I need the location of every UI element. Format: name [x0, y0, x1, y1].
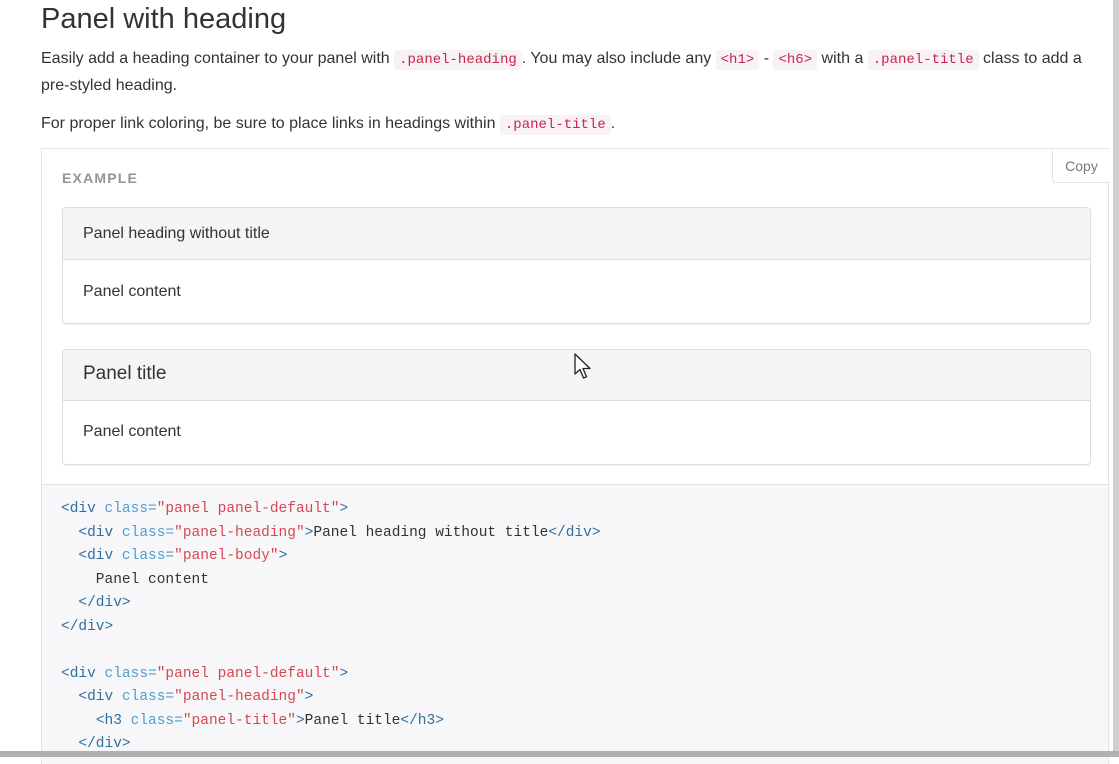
- code-token: >: [295, 712, 305, 729]
- inline-code-h1: <h1>: [715, 50, 760, 70]
- code-line: <div class="panel-heading">Panel heading…: [61, 522, 1108, 546]
- code-token: "panel-heading": [174, 689, 305, 705]
- code-token: <div: [61, 665, 105, 682]
- code-token: class=: [121, 548, 175, 564]
- code-token: "panel-title": [182, 712, 296, 729]
- code-token: <div: [78, 548, 122, 564]
- panel-heading: Panel heading without title: [63, 208, 1090, 260]
- intro-paragraph: Easily add a heading container to your p…: [41, 50, 1082, 94]
- code-token: </div>: [548, 524, 601, 541]
- code-token: class=: [104, 501, 157, 517]
- code-token: <div: [78, 524, 122, 541]
- code-line: <div class="panel panel-default">: [61, 498, 1108, 522]
- inline-code-panel-heading: .panel-heading: [394, 50, 522, 70]
- code-line: <h3 class="panel-title">Panel title</h3>: [61, 710, 1108, 734]
- code-token: >: [339, 501, 349, 517]
- code-line: </div>: [61, 616, 1108, 640]
- code-token: class=: [130, 712, 183, 729]
- code-token: class=: [104, 665, 157, 682]
- window-bottom-edge: [0, 751, 1119, 757]
- code-token: "panel-heading": [174, 524, 305, 541]
- panel-body: Panel content: [83, 283, 181, 300]
- code-line: </div>: [61, 592, 1108, 616]
- code-token: "panel-body": [174, 548, 279, 564]
- inline-code-panel-title: .panel-title: [867, 50, 979, 70]
- code-token: <div: [61, 501, 105, 517]
- code-token: class=: [121, 689, 175, 705]
- inline-code-h6: <h6>: [773, 50, 818, 70]
- code-token: class=: [121, 524, 175, 541]
- code-token: </div>: [61, 618, 114, 635]
- link-coloring-paragraph: For proper link coloring, be sure to pla…: [41, 115, 616, 135]
- mouse-cursor-icon: [574, 353, 591, 379]
- inline-code-panel-title: .panel-title: [499, 115, 611, 135]
- code-token: </h3>: [400, 712, 444, 729]
- code-line: <div class="panel-body">: [61, 545, 1108, 569]
- code-line: <div class="panel panel-default">: [61, 663, 1108, 687]
- code-token: <div: [78, 689, 122, 705]
- example-box: Example Copy Panel heading without title…: [41, 148, 1110, 484]
- window-right-edge: [1113, 0, 1119, 757]
- code-line: <div class="panel-heading">: [61, 686, 1108, 710]
- code-token: >: [278, 548, 288, 564]
- code-token: Panel heading without title: [313, 524, 549, 541]
- code-token: "panel panel-default": [156, 501, 340, 517]
- code-token: Panel content: [61, 571, 209, 588]
- code-token: </div>: [78, 595, 131, 611]
- panel-body: Panel content: [83, 423, 181, 440]
- code-token: <h3: [95, 712, 131, 729]
- panel-without-title: Panel heading without title Panel conten…: [62, 207, 1091, 324]
- code-snippet: <div class="panel panel-default"> <div c…: [41, 484, 1109, 764]
- code-token: </div>: [78, 736, 131, 752]
- code-token: Panel title: [304, 712, 401, 729]
- code-line: Panel content: [61, 569, 1108, 593]
- code-token: "panel panel-default": [156, 665, 340, 682]
- code-token: >: [339, 665, 349, 682]
- section-title: Panel with heading: [41, 3, 287, 35]
- copy-button[interactable]: Copy: [1052, 150, 1110, 183]
- code-token: >: [304, 689, 314, 705]
- code-block: <div class="panel panel-default"> <div c…: [61, 498, 1108, 757]
- example-label: Example: [62, 170, 139, 186]
